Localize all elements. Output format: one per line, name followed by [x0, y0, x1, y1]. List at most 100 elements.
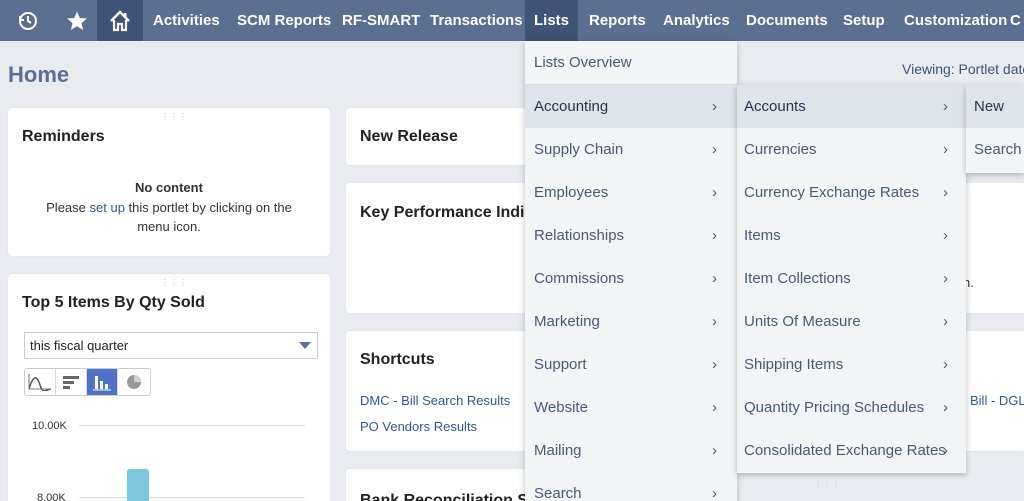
menu-item-item-collections[interactable]: Item Collections › — [737, 257, 966, 300]
menu-item-label: Accounts — [744, 98, 806, 115]
chevron-right-icon: › — [712, 399, 717, 416]
menu-item-items[interactable]: Items › — [737, 214, 966, 257]
reminders-title: Reminders — [22, 128, 105, 145]
new-release-portlet: New Release — [346, 108, 526, 165]
nav-reports[interactable]: Reports — [589, 0, 646, 41]
setup-text-pre: Please — [46, 200, 90, 215]
shortcuts-portlet: Shortcuts DMC - Bill Search Results PO V… — [346, 331, 526, 451]
period-select[interactable]: this fiscal quarter — [24, 332, 318, 359]
chevron-right-icon: › — [943, 442, 948, 459]
menu-item-search[interactable]: Search › — [525, 472, 737, 501]
menu-item-label: Website — [534, 399, 588, 416]
reminders-portlet: ⋮⋮⋮ Reminders No content Please set up t… — [8, 108, 330, 256]
top-navigation: Activities SCM Reports RF-SMART Transact… — [0, 0, 1024, 41]
drag-handle-icon[interactable]: ⋮⋮⋮ — [161, 112, 188, 121]
nav-lists[interactable]: Lists — [525, 0, 578, 41]
new-release-title: New Release — [360, 128, 458, 145]
nav-analytics[interactable]: Analytics — [663, 0, 730, 41]
shortcut-link[interactable]: PO Vendors Results — [360, 419, 477, 434]
top-items-title: Top 5 Items By Qty Sold — [22, 294, 205, 311]
chevron-down-icon — [299, 342, 311, 349]
menu-item-label: Accounting — [534, 98, 609, 115]
menu-item-accounting[interactable]: Accounting › — [525, 85, 737, 128]
menu-item-label: Support — [534, 356, 587, 373]
chevron-right-icon: › — [943, 141, 948, 158]
menu-item-marketing[interactable]: Marketing › — [525, 300, 737, 343]
menu-item-currencies[interactable]: Currencies › — [737, 128, 966, 171]
menu-item-units-of-measure[interactable]: Units Of Measure › — [737, 300, 966, 343]
chevron-right-icon: › — [943, 227, 948, 244]
viewing-date-label: Viewing: Portlet date — [902, 61, 1024, 77]
nav-activities[interactable]: Activities — [153, 0, 220, 41]
menu-item-supply-chain[interactable]: Supply Chain › — [525, 128, 737, 171]
chevron-right-icon: › — [943, 98, 948, 115]
menu-item-lists-overview[interactable]: Lists Overview — [525, 41, 737, 84]
shortcuts-title: Shortcuts — [360, 351, 435, 368]
nav-rf-smart[interactable]: RF-SMART — [342, 0, 420, 41]
chevron-right-icon: › — [943, 399, 948, 416]
accounts-submenu: New Search — [966, 85, 1024, 173]
menu-item-label: Quantity Pricing Schedules — [744, 399, 925, 416]
menu-item-label: Mailing — [534, 442, 582, 459]
pie-chart-icon[interactable] — [118, 369, 149, 395]
chevron-right-icon: › — [712, 270, 717, 287]
setup-instructions: Please set up this portlet by clicking o… — [8, 200, 330, 215]
set-up-link[interactable]: set up — [90, 200, 125, 215]
star-icon[interactable] — [56, 0, 97, 41]
menu-item-label: Items — [744, 227, 781, 244]
chart-type-toggle — [24, 368, 151, 396]
menu-item-mailing[interactable]: Mailing › — [525, 429, 737, 472]
chevron-right-icon: › — [943, 313, 948, 330]
setup-instructions-line2: menu icon. — [137, 219, 201, 234]
chevron-right-icon: › — [712, 356, 717, 373]
nav-customization[interactable]: Customization — [904, 0, 1007, 41]
shortcut-link[interactable]: DMC - Bill Search Results — [360, 393, 510, 408]
nav-transactions[interactable]: Transactions — [430, 0, 523, 41]
menu-item-consolidated-exchange-rates[interactable]: Consolidated Exchange Rates › — [737, 429, 966, 472]
kpi-text-fragment: n. — [966, 275, 974, 290]
chevron-right-icon: › — [712, 98, 717, 115]
recent-icon[interactable] — [0, 0, 56, 41]
menu-item-new[interactable]: New — [966, 85, 1024, 128]
chevron-right-icon: › — [712, 141, 717, 158]
nav-overflow-item[interactable]: C — [1010, 0, 1024, 41]
setup-text-post: this portlet by clicking on the — [124, 200, 292, 215]
menu-item-search-accounts[interactable]: Search — [966, 128, 1024, 171]
home-icon[interactable] — [97, 0, 143, 41]
gridline — [79, 497, 305, 498]
menu-item-support[interactable]: Support › — [525, 343, 737, 386]
menu-item-quantity-pricing-schedules[interactable]: Quantity Pricing Schedules › — [737, 386, 966, 429]
menu-item-label: Commissions — [534, 270, 625, 287]
menu-item-label: Employees — [534, 184, 609, 201]
menu-item-label: Search — [534, 485, 582, 501]
menu-item-currency-exchange-rates[interactable]: Currency Exchange Rates › — [737, 171, 966, 214]
menu-item-label: Relationships — [534, 227, 625, 244]
line-chart-icon[interactable] — [25, 369, 56, 395]
accounting-submenu: Accounts › Currencies › Currency Exchange … — [737, 85, 966, 473]
menu-item-website[interactable]: Website › — [525, 386, 737, 429]
bar-chart-icon[interactable] — [87, 369, 118, 395]
menu-item-label: Currencies — [744, 141, 817, 158]
menu-item-commissions[interactable]: Commissions › — [525, 257, 737, 300]
nav-setup[interactable]: Setup — [843, 0, 885, 41]
bank-reconciliation-title: Bank Reconciliation Se — [360, 492, 526, 501]
chart-bar[interactable] — [127, 469, 149, 501]
menu-item-label: Units Of Measure — [744, 313, 861, 330]
menu-item-label: Item Collections — [744, 270, 851, 287]
chevron-right-icon: › — [712, 227, 717, 244]
menu-item-relationships[interactable]: Relationships › — [525, 214, 737, 257]
chevron-right-icon: › — [943, 270, 948, 287]
drag-handle-icon[interactable]: ⋮⋮⋮ — [814, 481, 841, 490]
y-tick-label: 10.00K — [32, 420, 67, 432]
drag-handle-icon[interactable]: ⋮⋮⋮ — [161, 278, 188, 287]
period-select-value: this fiscal quarter — [30, 338, 129, 353]
menu-item-accounts[interactable]: Accounts › — [737, 85, 966, 128]
menu-item-shipping-items[interactable]: Shipping Items › — [737, 343, 966, 386]
nav-scm-reports[interactable]: SCM Reports — [237, 0, 331, 41]
menu-item-employees[interactable]: Employees › — [525, 171, 737, 214]
horizontal-bar-icon[interactable] — [56, 369, 87, 395]
shortcut-link[interactable]: Bill - DGLY — [970, 393, 1024, 408]
kpi-portlet-right: n. — [966, 183, 1024, 313]
shortcuts-portlet-right: Bill - DGLY — [966, 331, 1024, 451]
nav-documents[interactable]: Documents — [746, 0, 828, 41]
